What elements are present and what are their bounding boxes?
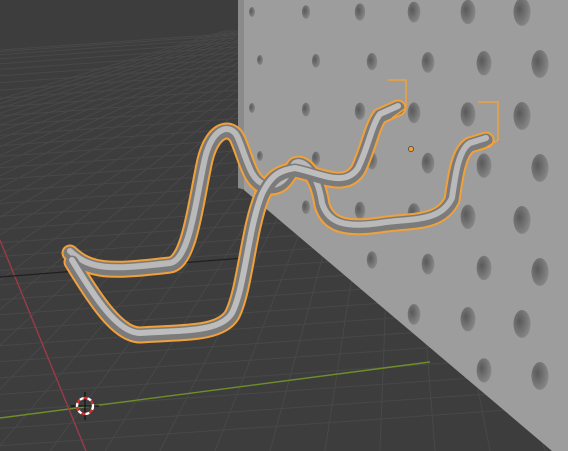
viewport-canvas[interactable] [0, 0, 568, 451]
pegboard-hole [354, 102, 366, 120]
3d-viewport[interactable] [0, 0, 568, 451]
pegboard-hole [354, 201, 366, 219]
pegboard-hole [354, 3, 366, 21]
pegboard-hole [476, 51, 492, 76]
pegboard-hole [249, 103, 255, 113]
pegboard-hole [257, 55, 263, 65]
pegboard-hole [301, 5, 311, 19]
pegboard-hole [513, 310, 531, 338]
pegboard-hole [301, 102, 311, 117]
pegboard-hole [531, 154, 549, 182]
pegboard-hole [531, 258, 549, 286]
pegboard-hole [421, 152, 435, 174]
pegboard-hole [476, 255, 492, 281]
origin-dot[interactable] [408, 146, 414, 152]
pegboard-hole [366, 251, 378, 269]
pegboard-hole [407, 304, 421, 325]
pegboard-hole [301, 200, 311, 214]
pegboard-hole [311, 54, 321, 68]
pegboard-hole [531, 50, 549, 78]
pegboard-hole [407, 1, 421, 23]
pegboard-hole [460, 102, 476, 127]
pegboard-hole [421, 253, 435, 275]
pegboard-hole [407, 102, 421, 124]
pegboard-hole [513, 102, 531, 130]
pegboard-hole [257, 151, 263, 161]
pegboard-hole [366, 53, 378, 71]
pegboard-hole [249, 7, 255, 17]
pegboard-hole [421, 52, 435, 73]
pegboard-hole [460, 307, 476, 332]
pegboard-hole [531, 362, 549, 390]
pegboard-hole [513, 206, 531, 234]
pegboard-hole [476, 153, 492, 178]
pegboard-hole [460, 0, 476, 25]
pegboard-hole [476, 358, 492, 383]
pegboard-hole [460, 204, 476, 229]
